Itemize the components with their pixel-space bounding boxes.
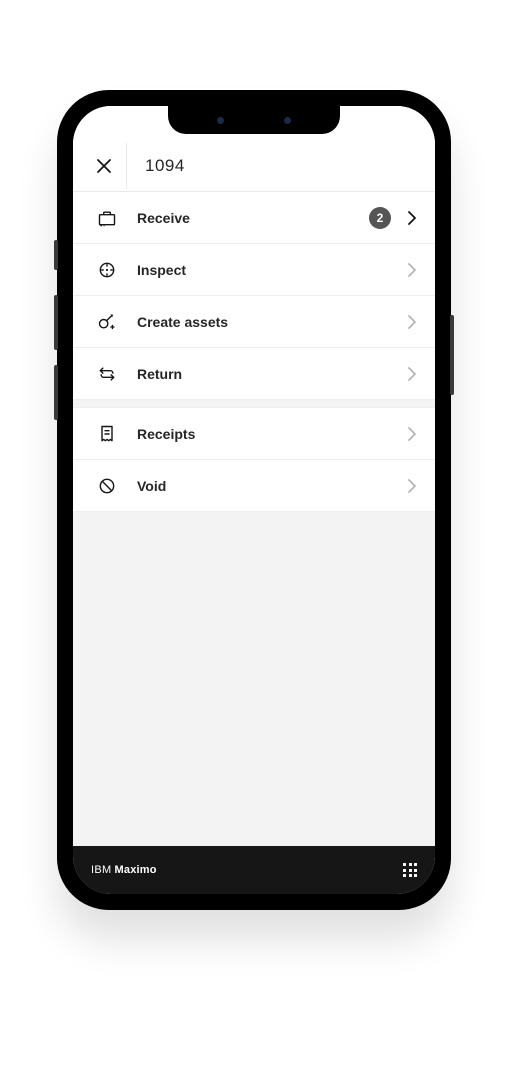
menu-item-receive[interactable]: Receive 2 (73, 192, 435, 244)
chevron-right-icon (405, 427, 419, 441)
section-divider (73, 400, 435, 408)
menu-item-label: Void (121, 478, 405, 494)
menu-item-void[interactable]: Void (73, 460, 435, 512)
phone-frame: 1094 Receive 2 (57, 90, 451, 910)
brand-prefix: IBM (91, 864, 111, 876)
chevron-right-icon (405, 211, 419, 225)
empty-area (73, 512, 435, 846)
side-button (54, 295, 58, 350)
page-title: 1094 (127, 156, 185, 176)
notch (168, 106, 340, 134)
receive-icon (93, 208, 121, 228)
receipts-icon (93, 424, 121, 444)
menu-item-label: Return (121, 366, 405, 382)
menu-item-label: Create assets (121, 314, 405, 330)
void-icon (93, 476, 121, 496)
side-button (54, 240, 58, 270)
chevron-right-icon (405, 479, 419, 493)
return-icon (93, 364, 121, 384)
chevron-right-icon (405, 367, 419, 381)
menu-item-inspect[interactable]: Inspect (73, 244, 435, 296)
side-button (54, 365, 58, 420)
brand-label: IBM Maximo (91, 864, 157, 876)
menu-item-label: Inspect (121, 262, 405, 278)
menu-item-label: Receipts (121, 426, 405, 442)
close-button[interactable] (81, 143, 127, 189)
menu-item-label: Receive (121, 210, 369, 226)
side-button (450, 315, 454, 395)
menu-item-return[interactable]: Return (73, 348, 435, 400)
footer-bar: IBM Maximo (73, 846, 435, 894)
create-assets-icon (93, 312, 121, 332)
app-grid-icon[interactable] (403, 863, 417, 877)
close-icon (96, 158, 112, 174)
inspect-icon (93, 260, 121, 280)
menu-list: Receive 2 Inspect (73, 192, 435, 512)
badge-count: 2 (369, 207, 391, 229)
chevron-right-icon (405, 315, 419, 329)
chevron-right-icon (405, 263, 419, 277)
menu-item-receipts[interactable]: Receipts (73, 408, 435, 460)
screen: 1094 Receive 2 (73, 106, 435, 894)
brand-name: Maximo (115, 864, 157, 876)
menu-item-create-assets[interactable]: Create assets (73, 296, 435, 348)
